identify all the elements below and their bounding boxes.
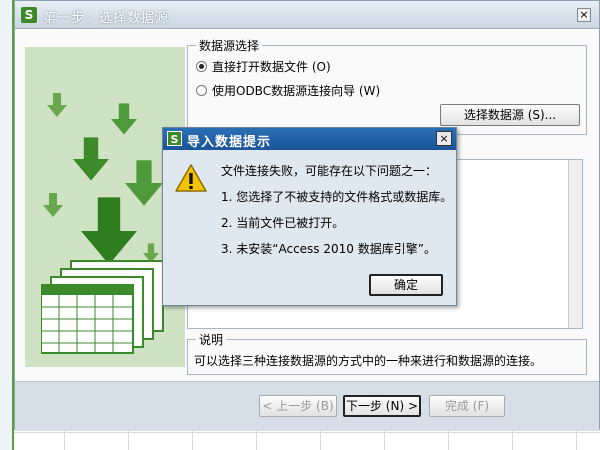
dialog-close-button[interactable]: ×: [436, 131, 452, 146]
dialog-title-bar: S 导入数据提示 ×: [163, 128, 456, 150]
previous-step-button[interactable]: < 上一步 (B): [259, 395, 337, 417]
warning-icon: [175, 164, 207, 192]
next-step-button[interactable]: 下一步 (N) >: [343, 395, 421, 417]
select-data-source-button[interactable]: 选择数据源 (S)...: [440, 104, 580, 126]
wps-logo-icon: S: [167, 131, 182, 146]
dialog-reason: 3. 未安装“Access 2010 数据库引擎”。: [221, 242, 436, 256]
wizard-title: 第一步：选择数据源: [43, 11, 170, 26]
import-error-dialog: S 导入数据提示 × 文件连接失败，可能存在以下问题之一： 1. 您选择了不被支…: [162, 127, 457, 306]
import-illustration: [25, 47, 185, 367]
description-group: 说明 可以选择三种连接数据源的方式中的一种来进行和数据源的连接。: [187, 331, 587, 375]
data-source-group: 数据源选择 直接打开数据文件 (O) 使用ODBC数据源连接向导 (W) 选择数…: [187, 37, 587, 135]
dialog-reason: 2. 当前文件已被打开。: [221, 216, 345, 230]
arrow-down-icon: [73, 137, 109, 181]
wps-logo-icon: S: [21, 7, 37, 23]
arrow-down-icon: [47, 93, 67, 117]
radio-unselected-icon[interactable]: [196, 85, 207, 96]
arrow-down-icon: [43, 193, 63, 217]
wizard-title-bar: S 第一步：选择数据源 ×: [15, 1, 599, 29]
wizard-close-button[interactable]: ×: [577, 8, 591, 22]
radio-open-file[interactable]: 直接打开数据文件 (O): [196, 58, 331, 75]
wizard-footer: < 上一步 (B) 下一步 (N) > 完成 (F): [15, 381, 599, 431]
radio-open-file-label: 直接打开数据文件 (O): [212, 60, 331, 74]
arrow-down-icon: [81, 197, 137, 265]
vertical-scrollbar[interactable]: [568, 160, 582, 328]
spreadsheet-stack-icon: [41, 260, 164, 354]
dialog-title: 导入数据提示: [187, 135, 272, 150]
arrow-down-icon: [111, 103, 137, 135]
dialog-message: 文件连接失败，可能存在以下问题之一：: [221, 164, 438, 178]
row-header-strip: [0, 0, 14, 450]
radio-odbc-label: 使用ODBC数据源连接向导 (W): [212, 84, 381, 98]
finish-button[interactable]: 完成 (F): [429, 395, 505, 417]
description-legend: 说明: [196, 331, 227, 348]
dialog-reason: 1. 您选择了不被支持的文件格式或数据库。: [221, 190, 453, 204]
radio-selected-icon[interactable]: [196, 61, 207, 72]
ok-button[interactable]: 确定: [369, 274, 443, 296]
description-text: 可以选择三种连接数据源的方式中的一种来进行和数据源的连接。: [194, 354, 543, 368]
data-source-legend: 数据源选择: [196, 37, 263, 54]
radio-odbc-wizard[interactable]: 使用ODBC数据源连接向导 (W): [196, 82, 380, 99]
